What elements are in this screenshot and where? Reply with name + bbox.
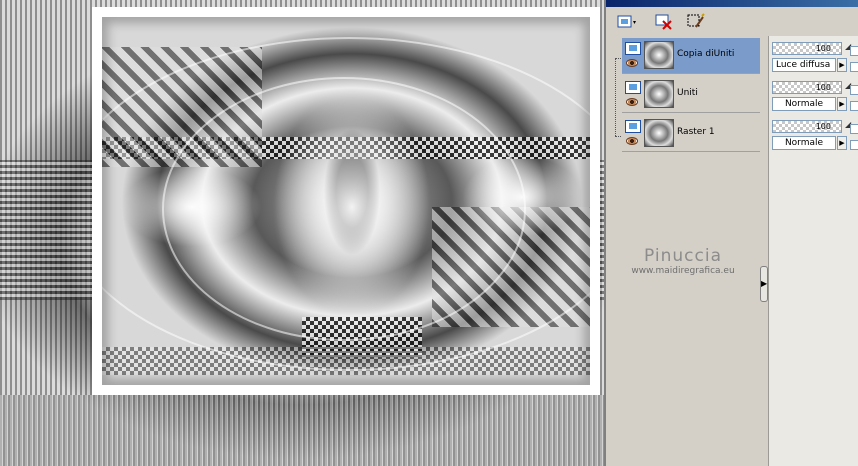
raster-layer-icon [625,120,641,133]
layer-name: Uniti [677,88,698,98]
blend-dropdown-button[interactable]: ▶ [837,97,847,111]
link-checkbox[interactable] [850,101,858,111]
tree-branch [615,136,621,137]
panel-title-bar[interactable] [606,0,858,7]
lock-checkbox[interactable] [850,124,858,134]
artwork-vignette [102,17,590,385]
panel-splitter[interactable]: ▶ [760,36,768,466]
new-layer-icon [617,15,636,28]
tree-connector [615,58,617,136]
opacity-slider[interactable]: 100 [772,81,842,94]
layer-thumbnail [644,119,674,147]
opacity-slider[interactable]: 100 [772,42,842,55]
layer-thumbnail [644,41,674,69]
layer-row-copia-diuniti[interactable]: Copia diUniti [622,38,760,74]
layer-props-uniti: 100 ◢ Normale ▶ [772,79,858,115]
layer-row-uniti[interactable]: Uniti [622,77,760,113]
expand-arrow-icon[interactable]: ▶ [760,266,768,302]
artwork-image[interactable] [92,7,600,395]
layer-props-copia-diuniti: 100 ◢ Luce diffusa ▶ [772,40,858,76]
layers-toolbar [608,8,858,34]
layer-name: Copia diUniti [677,49,735,59]
canvas-background[interactable] [0,0,604,466]
layers-panel: Copia diUniti Uniti Raster 1 ▶ 100 ◢ Luc… [604,0,858,466]
layer-props-raster-1: 100 ◢ Normale ▶ [772,118,858,154]
dropdown-arrow-icon [633,21,636,24]
eye-icon[interactable] [626,98,638,106]
delete-layer-button[interactable] [652,10,676,32]
blend-mode-select[interactable]: Normale [772,97,836,111]
layer-row-raster-1[interactable]: Raster 1 [622,116,760,152]
raster-layer-icon [625,81,641,94]
watermark-name: Pinuccia [644,246,722,266]
watermark: Pinuccia www.maidiregrafica.eu [608,246,758,276]
opacity-slider[interactable]: 100 [772,120,842,133]
raster-layer-icon [625,42,641,55]
blend-dropdown-button[interactable]: ▶ [837,58,847,72]
watermark-url: www.maidiregrafica.eu [631,266,735,276]
lock-checkbox[interactable] [850,46,858,56]
link-checkbox[interactable] [850,62,858,72]
link-checkbox[interactable] [850,140,858,150]
tree-branch [615,58,621,59]
new-layer-button[interactable] [614,10,640,32]
blend-dropdown-button[interactable]: ▶ [837,136,847,150]
layer-name: Raster 1 [677,127,715,137]
delete-layer-icon [655,14,672,30]
lock-checkbox[interactable] [850,85,858,95]
blend-mode-select[interactable]: Luce diffusa [772,58,836,72]
artwork-pattern [102,17,590,385]
layer-thumbnail [644,80,674,108]
eye-icon[interactable] [626,59,638,67]
layer-properties-column: 100 ◢ Luce diffusa ▶ 100 ◢ Normale ▶ 100… [768,36,858,466]
eye-icon[interactable] [626,137,638,145]
edit-selection-button[interactable] [684,10,708,32]
blend-mode-select[interactable]: Normale [772,136,836,150]
edit-selection-icon [687,13,705,28]
